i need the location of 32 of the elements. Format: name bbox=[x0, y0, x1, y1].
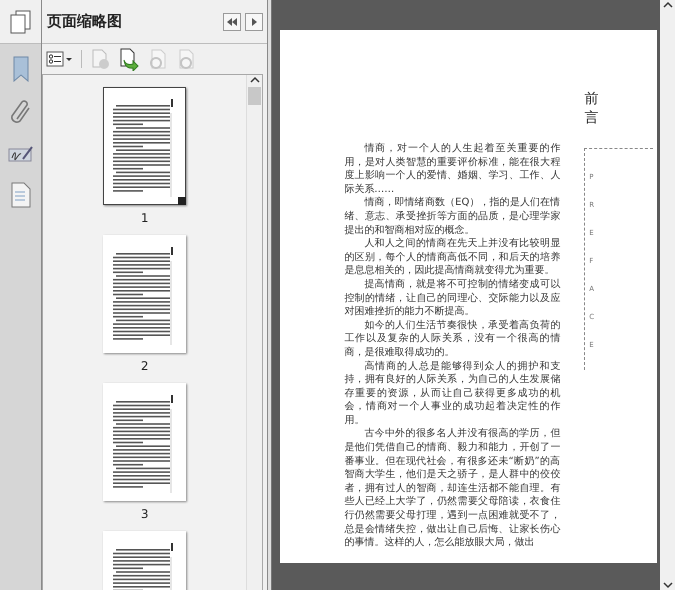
next-button[interactable] bbox=[245, 12, 264, 30]
body-paragraph: 人和人之间的情商在先天上并没有比较明显的区别，每个人的情商高低不同，和后天的培养是息息相关的，因此提高情商就变得尤为重要。 bbox=[344, 237, 560, 278]
page-number: 3 bbox=[140, 507, 148, 523]
body-paragraph: 情商，即情绪商数（EQ），指的是人们在情绪、意志、承受挫折等方面的品质，是心理学家提出的和智商相对应的概念。 bbox=[344, 196, 560, 238]
document-icon bbox=[10, 181, 32, 209]
scrollbar[interactable] bbox=[246, 75, 262, 590]
scrollbar-thumb[interactable] bbox=[248, 87, 262, 105]
collapse-button[interactable] bbox=[223, 12, 242, 30]
body-paragraph: 情商，对一个人的人生起着至关重要的作用，是对人类智慧的重要评价标准，能在很大程度上影响一个人的爱情、婚姻、学习、工作、人际关系…… bbox=[344, 142, 560, 196]
page-thumbnail[interactable] bbox=[103, 383, 186, 501]
body-paragraph: 古今中外的很多名人并没有很高的学历，但是他们凭借自己的情商、毅力和能力，开创了一番事业。但在现代社会，有很多还未“断奶”的高智商大学生，他们是天之骄子，是人群中的佼佼者，拥有过人的智商，却连生活都不能自理。有些人已经上大学了，仍然需要父母陪读，衣食住行仍然需要父母打理，遇到一点困难就受不了，总是会情绪失控，做出让自己后悔、让家长伤心的事情。这样的人，怎么能放眼大局，做出 bbox=[344, 427, 560, 550]
list-options-icon bbox=[46, 50, 73, 68]
page-number: 2 bbox=[140, 359, 148, 375]
panel-title: 页面缩略图 bbox=[47, 12, 123, 31]
page-rotate-icon bbox=[147, 48, 167, 70]
pages-icon bbox=[8, 8, 32, 34]
double-left-arrow-icon bbox=[226, 16, 238, 26]
chapter-heading: 前言 bbox=[584, 90, 598, 128]
body-paragraph: 如今的人们生活节奏很快，承受着高负荷的工作以及复杂的人际关系，没有一个很高的情商，是很难取得成功的。 bbox=[344, 318, 560, 360]
paperclip-icon bbox=[8, 97, 32, 125]
body-paragraph: 高情商的人总是能够得到众人的拥护和支持，拥有良好的人际关系，为自己的人生发展储存重要的资源，从而让自己获得更多成功的机会，情商对一个人事业的成功起着决定性的作用。 bbox=[344, 360, 560, 428]
bookmark-icon bbox=[10, 55, 30, 83]
scrollbar[interactable] bbox=[660, 0, 675, 590]
insert-page-icon bbox=[118, 48, 139, 70]
page-thumbnail[interactable] bbox=[103, 87, 186, 205]
delete-page-icon bbox=[90, 48, 110, 70]
right-arrow-icon bbox=[250, 16, 258, 26]
page-thumbnail[interactable] bbox=[103, 235, 186, 353]
options-button[interactable] bbox=[46, 50, 73, 68]
body-paragraph: 提高情商，就是将不可控制的情绪变成可以控制的情绪，让自己的同理心、交际能力以及应对困难挫折的能力不断提高。 bbox=[344, 278, 560, 319]
page-number: 1 bbox=[140, 211, 148, 227]
insert-page-button[interactable] bbox=[118, 48, 139, 70]
